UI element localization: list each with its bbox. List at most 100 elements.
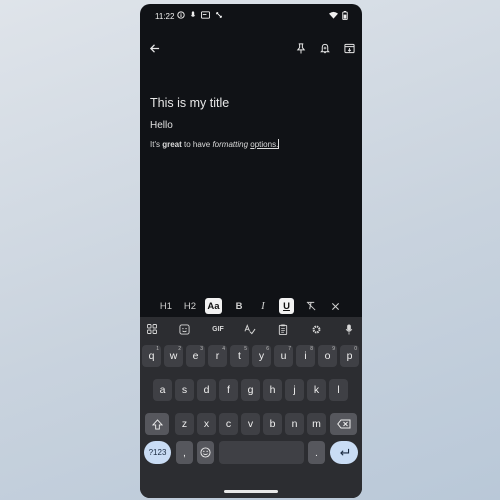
status-system-icons xyxy=(329,11,348,20)
key-v[interactable]: v xyxy=(241,413,260,435)
key-c[interactable]: c xyxy=(219,413,238,435)
clear-format-icon xyxy=(306,301,315,311)
underline-button[interactable]: U xyxy=(279,298,294,314)
cast-icon xyxy=(201,11,210,19)
key-number-hint: 1 xyxy=(156,346,159,352)
key-h[interactable]: h xyxy=(263,379,282,401)
key-k[interactable]: k xyxy=(307,379,326,401)
key-o[interactable]: o9 xyxy=(318,345,337,367)
note-line-hello[interactable]: Hello xyxy=(150,120,350,131)
key-label: b xyxy=(269,418,276,430)
key-number-hint: 0 xyxy=(354,346,357,352)
key-label: g xyxy=(247,384,254,396)
key-d[interactable]: d xyxy=(197,379,216,401)
key-label: m xyxy=(312,418,321,430)
info-icon xyxy=(177,11,185,19)
key-label: n xyxy=(291,418,298,430)
phone-screen: 11:22 This is my title Hello It's great … xyxy=(140,4,362,498)
note-editor[interactable]: This is my title Hello It's great to hav… xyxy=(150,96,350,149)
emoji-key[interactable] xyxy=(197,441,214,464)
italic-button[interactable]: I xyxy=(255,298,271,314)
shift-key[interactable] xyxy=(145,413,169,435)
sticker-button[interactable] xyxy=(176,322,192,336)
close-format-bar-button[interactable] xyxy=(327,298,343,314)
key-p[interactable]: p0 xyxy=(340,345,359,367)
key-label: i xyxy=(304,350,307,362)
normal-text-button[interactable]: Aa xyxy=(205,298,222,314)
app-grid-icon xyxy=(147,324,157,334)
key-label: d xyxy=(203,384,210,396)
key-label: e xyxy=(192,350,199,362)
comma-key[interactable]: , xyxy=(176,441,193,464)
key-label: f xyxy=(227,384,230,396)
mic-icon xyxy=(345,323,353,335)
heading2-button[interactable]: H2 xyxy=(182,298,198,314)
key-j[interactable]: j xyxy=(285,379,304,401)
key-b[interactable]: b xyxy=(263,413,282,435)
clear-format-button[interactable] xyxy=(303,298,319,314)
backspace-key[interactable] xyxy=(330,413,357,435)
note-title[interactable]: This is my title xyxy=(150,96,350,110)
enter-key[interactable] xyxy=(330,441,358,464)
period-key[interactable]: . xyxy=(308,441,325,464)
backspace-icon xyxy=(336,419,350,429)
key-a[interactable]: a xyxy=(153,379,172,401)
status-time: 11:22 xyxy=(155,12,175,21)
key-e[interactable]: e3 xyxy=(186,345,205,367)
key-m[interactable]: m xyxy=(307,413,326,435)
space-key[interactable] xyxy=(219,441,304,464)
key-label: z xyxy=(181,418,188,430)
key-number-hint: 4 xyxy=(222,346,225,352)
symbols-key[interactable]: ?123 xyxy=(144,441,171,464)
note-line-formatted[interactable]: It's great to have formatting options. xyxy=(150,139,350,149)
key-number-hint: 6 xyxy=(266,346,269,352)
key-x[interactable]: x xyxy=(197,413,216,435)
mic-status-icon xyxy=(190,11,196,17)
pin-button[interactable] xyxy=(291,37,311,59)
key-label: l xyxy=(337,384,340,396)
key-u[interactable]: u7 xyxy=(274,345,293,367)
key-label: v xyxy=(247,418,254,430)
data-transfer-icon xyxy=(216,12,222,18)
key-y[interactable]: y6 xyxy=(252,345,271,367)
note-toolbar xyxy=(140,37,362,59)
text-italic: formatting xyxy=(212,140,249,149)
key-number-hint: 5 xyxy=(244,346,247,352)
key-l[interactable]: l xyxy=(329,379,348,401)
wifi-icon xyxy=(329,11,338,19)
key-g[interactable]: g xyxy=(241,379,260,401)
key-label: j xyxy=(293,384,296,396)
bold-button[interactable]: B xyxy=(231,298,247,314)
text-correction-button[interactable] xyxy=(242,322,258,336)
key-number-hint: 9 xyxy=(332,346,335,352)
text-plain: to have xyxy=(181,140,213,149)
key-i[interactable]: i8 xyxy=(296,345,315,367)
key-s[interactable]: s xyxy=(175,379,194,401)
back-button[interactable] xyxy=(144,37,164,59)
key-label: w xyxy=(169,350,178,362)
clipboard-button[interactable] xyxy=(275,322,291,336)
key-number-hint: 3 xyxy=(200,346,203,352)
keyboard-settings-button[interactable] xyxy=(308,322,324,336)
key-label: x xyxy=(203,418,210,430)
key-f[interactable]: f xyxy=(219,379,238,401)
key-t[interactable]: t5 xyxy=(230,345,249,367)
emoji-icon xyxy=(200,447,211,458)
key-r[interactable]: r4 xyxy=(208,345,227,367)
app-grid-button[interactable] xyxy=(144,322,160,336)
pin-icon xyxy=(296,42,306,54)
gif-button[interactable]: GIF xyxy=(208,322,228,336)
key-n[interactable]: n xyxy=(285,413,304,435)
key-label: a xyxy=(159,384,166,396)
reminder-button[interactable] xyxy=(315,37,335,59)
key-q[interactable]: q1 xyxy=(142,345,161,367)
heading1-button[interactable]: H1 xyxy=(158,298,174,314)
key-z[interactable]: z xyxy=(175,413,194,435)
key-w[interactable]: w2 xyxy=(164,345,183,367)
archive-button[interactable] xyxy=(339,37,359,59)
key-label: t xyxy=(238,350,241,362)
key-label: r xyxy=(215,350,220,362)
voice-input-button[interactable] xyxy=(341,322,357,336)
sticker-icon xyxy=(178,323,190,335)
navigation-handle[interactable] xyxy=(224,490,278,493)
